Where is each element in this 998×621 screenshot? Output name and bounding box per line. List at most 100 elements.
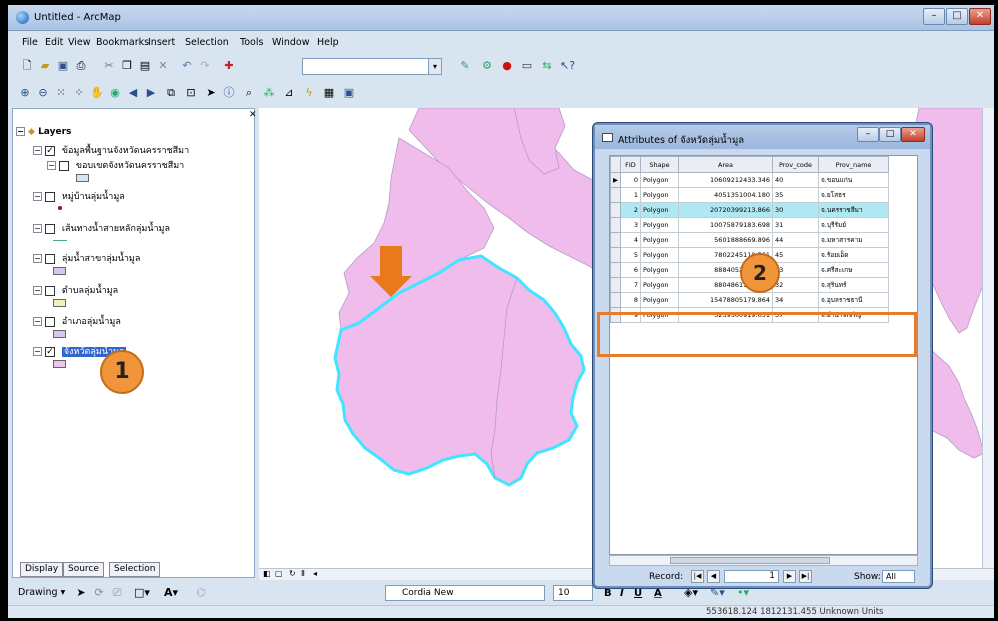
layers-root[interactable]: − ◆ Layers (16, 127, 71, 137)
layer-item[interactable]: − ขอบเขตจังหวัดนครราชสีมา (47, 158, 184, 172)
tab-selection[interactable]: Selection (109, 562, 161, 577)
layer-symbol[interactable] (53, 299, 66, 307)
row-selector[interactable] (610, 202, 621, 218)
menu-insert[interactable]: Insert (148, 37, 175, 48)
layer-symbol[interactable] (53, 267, 66, 275)
model-builder-icon[interactable]: ⇆ (540, 59, 554, 73)
row-selector[interactable] (610, 217, 621, 233)
copy-icon[interactable]: ❐ (120, 59, 134, 73)
edit-vertices-icon[interactable]: ⌬ (194, 586, 208, 600)
menu-tools[interactable]: Tools (240, 37, 263, 48)
find-icon[interactable]: ⌕ (242, 86, 256, 100)
scroll-left-icon[interactable]: ◂ (313, 569, 317, 578)
layer-checkbox[interactable] (45, 316, 55, 327)
add-data-icon[interactable]: ✚ (222, 59, 236, 73)
new-document-icon[interactable]: 🗋 (20, 59, 34, 73)
save-icon[interactable]: ▣ (56, 59, 70, 73)
arc-toolbox-icon[interactable]: ● (500, 59, 514, 73)
hyperlink-icon[interactable]: ϟ (302, 86, 316, 100)
go-to-xy-icon[interactable]: ⁂ (262, 86, 276, 100)
layer-checkbox[interactable] (45, 253, 55, 264)
zoom-out-icon[interactable]: ⊖ (36, 86, 50, 100)
layer-symbol[interactable] (53, 240, 67, 241)
show-records-select[interactable]: All (882, 570, 915, 583)
paste-icon[interactable]: ▤ (138, 59, 152, 73)
bold-button[interactable]: B (604, 588, 612, 599)
table-row[interactable]: 4 Polygon 5601888669.896 44 จ.มหาสารคาม (610, 232, 889, 248)
select-features-icon[interactable]: ⧉ (164, 86, 178, 100)
record-number-input[interactable]: 1 (724, 570, 779, 583)
layer-checkbox[interactable] (45, 223, 55, 234)
chevron-down-icon[interactable]: ▾ (428, 58, 442, 75)
close-button[interactable]: ✕ (901, 127, 925, 142)
layer-item[interactable]: − อำเภอลุ่มน้ำมูล (33, 314, 121, 328)
select-elements-icon[interactable]: ➤ (74, 586, 88, 600)
table-row[interactable]: 3 Polygon 10075879183.698 31 จ.บุรีรัมย์ (610, 217, 889, 233)
text-tool-icon[interactable]: A▾ (164, 586, 178, 600)
menu-view[interactable]: View (68, 37, 91, 48)
table-horizontal-scrollbar[interactable] (609, 555, 918, 566)
last-record-icon[interactable]: ▶| (799, 570, 812, 583)
table-row[interactable]: ▶ 0 Polygon 10609212433.346 40 จ.ขอนแก่น (610, 172, 889, 188)
pan-icon[interactable]: ✋ (90, 86, 104, 100)
identify-icon[interactable]: ⓘ (222, 86, 236, 100)
table-row[interactable]: 8 Polygon 15478805179.864 34 จ.อุบลราชธา… (610, 292, 889, 308)
minimize-button[interactable]: – (923, 8, 945, 25)
map-vertical-scrollbar[interactable] (982, 108, 994, 568)
redo-icon[interactable]: ↷ (198, 59, 212, 73)
underline-button[interactable]: U (634, 588, 642, 599)
row-selector[interactable] (610, 292, 621, 308)
undo-icon[interactable]: ↶ (180, 59, 194, 73)
scrollbar-thumb[interactable] (670, 557, 830, 564)
map-scale-input[interactable] (302, 58, 442, 75)
fill-color-icon[interactable]: ◈▾ (684, 586, 698, 600)
data-view-icon[interactable]: ◧ (263, 569, 271, 578)
drawing-menu[interactable]: Drawing ▾ (18, 587, 65, 598)
row-selector[interactable] (610, 277, 621, 293)
open-folder-icon[interactable]: ▰ (38, 59, 52, 73)
fixed-zoom-out-icon[interactable]: ⁘ (72, 86, 86, 100)
zoom-whole-page-icon[interactable]: ⎚ (110, 586, 124, 600)
column-header-prov-name[interactable]: Prov_name (818, 156, 889, 173)
html-popup-icon[interactable]: ▦ (322, 86, 336, 100)
menu-selection[interactable]: Selection (185, 37, 229, 48)
layer-checkbox[interactable]: ✓ (45, 145, 55, 156)
line-color-icon[interactable]: ✎▾ (710, 586, 725, 600)
full-extent-icon[interactable]: ◉ (108, 86, 122, 100)
back-extent-icon[interactable]: ◀ (126, 86, 140, 100)
tab-source[interactable]: Source (63, 562, 104, 577)
measure-icon[interactable]: ⊿ (282, 86, 296, 100)
column-header-prov-code[interactable]: Prov_code (772, 156, 819, 173)
row-selector[interactable] (610, 187, 621, 203)
layer-checkbox[interactable] (59, 160, 69, 171)
restore-button[interactable]: □ (946, 8, 968, 25)
menu-window[interactable]: Window (272, 37, 309, 48)
font-size-select[interactable]: 10 (553, 585, 593, 601)
column-header-fid[interactable]: FID (620, 156, 641, 173)
menu-file[interactable]: File (22, 37, 38, 48)
editor-toolbar-icon[interactable]: ✎ (458, 59, 472, 73)
first-record-icon[interactable]: |◀ (691, 570, 704, 583)
layer-symbol[interactable] (53, 330, 66, 338)
close-icon[interactable]: ✕ (249, 110, 257, 120)
arc-catalog-icon[interactable]: ⚙ (480, 59, 494, 73)
menu-bookmarks[interactable]: Bookmarks (96, 37, 149, 48)
minimize-button[interactable]: – (857, 127, 879, 142)
layer-item[interactable]: − หมู่บ้านลุ่มน้ำมูล (33, 189, 125, 203)
row-selector[interactable] (610, 232, 621, 248)
print-icon[interactable]: ⎙ (74, 59, 88, 73)
layer-checkbox[interactable] (45, 285, 55, 296)
restore-button[interactable]: □ (879, 127, 901, 142)
whats-this-icon[interactable]: ↖? (560, 59, 575, 73)
pause-drawing-icon[interactable]: Ⅱ (301, 569, 305, 578)
row-selector[interactable] (610, 262, 621, 278)
row-selector[interactable]: ▶ (610, 172, 621, 188)
layer-item[interactable]: − ตำบลลุ่มน้ำมูล (33, 283, 118, 297)
font-name-select[interactable]: Cordia New (385, 585, 545, 601)
table-row-selected[interactable]: 2 Polygon 20720399213.866 30 จ.นครราชสีม… (610, 202, 889, 218)
previous-record-icon[interactable]: ◀ (707, 570, 720, 583)
row-selector[interactable] (610, 247, 621, 263)
layer-checkbox[interactable] (45, 191, 55, 202)
zoom-in-icon[interactable]: ⊕ (18, 86, 32, 100)
select-elements-icon[interactable]: ➤ (204, 86, 218, 100)
